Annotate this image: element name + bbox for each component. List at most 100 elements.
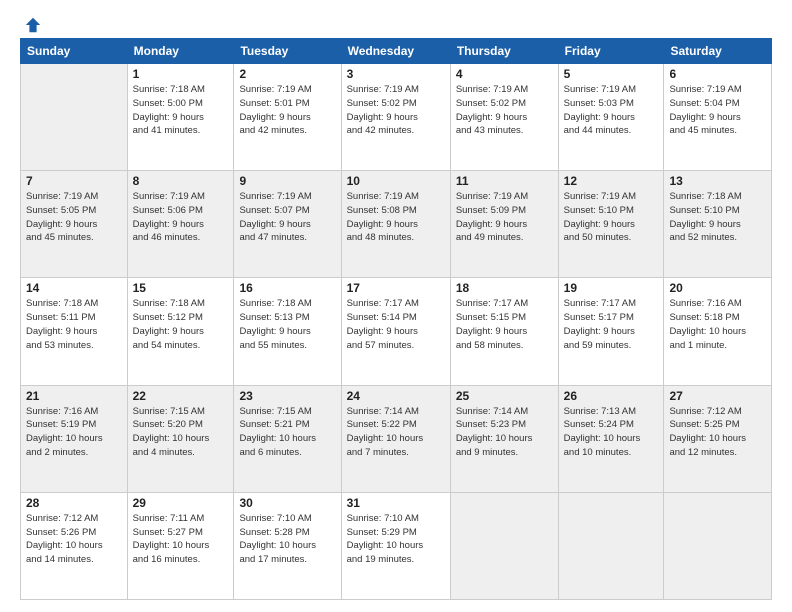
calendar-cell: 2Sunrise: 7:19 AMSunset: 5:01 PMDaylight…	[234, 64, 341, 171]
day-info: Sunrise: 7:19 AMSunset: 5:03 PMDaylight:…	[564, 83, 659, 138]
day-info: Sunrise: 7:14 AMSunset: 5:22 PMDaylight:…	[347, 405, 445, 460]
weekday-header: Thursday	[450, 39, 558, 64]
calendar-cell: 14 Sunrise: 7:18 AMSunset: 5:11 PMDayligh…	[21, 278, 128, 385]
day-number: 11	[456, 174, 553, 188]
day-info: Sunrise: 7:13 AMSunset: 5:24 PMDaylight:…	[564, 405, 659, 460]
calendar-cell: 7 Sunrise: 7:19 AMSunset: 5:05 PMDaylight…	[21, 171, 128, 278]
day-number: 10	[347, 174, 445, 188]
day-info: Sunrise: 7:12 AMSunset: 5:25 PMDaylight:…	[669, 405, 766, 460]
day-info: Sunrise: 7:18 AMSunset: 5:00 PMDaylight:…	[133, 83, 229, 138]
day-number: 19	[564, 281, 659, 295]
day-number: 29	[133, 496, 229, 510]
calendar-cell: 15 Sunrise: 7:18 AMSunset: 5:12 PMDayligh…	[127, 278, 234, 385]
calendar-cell: 10 Sunrise: 7:19 AMSunset: 5:08 PMDayligh…	[341, 171, 450, 278]
day-info: Sunrise: 7:18 AMSunset: 5:10 PMDaylight:…	[669, 190, 766, 245]
day-number: 15	[133, 281, 229, 295]
calendar-cell: 27 Sunrise: 7:12 AMSunset: 5:25 PMDayligh…	[664, 385, 772, 492]
day-number: 3	[347, 67, 445, 81]
day-number: 14	[26, 281, 122, 295]
logo	[20, 16, 42, 30]
day-number: 24	[347, 389, 445, 403]
weekday-header: Wednesday	[341, 39, 450, 64]
calendar: SundayMondayTuesdayWednesdayThursdayFrid…	[20, 38, 772, 600]
day-info: Sunrise: 7:14 AMSunset: 5:23 PMDaylight:…	[456, 405, 553, 460]
calendar-cell: 5 Sunrise: 7:19 AMSunset: 5:03 PMDaylight…	[558, 64, 664, 171]
day-info: Sunrise: 7:17 AMSunset: 5:15 PMDaylight:…	[456, 297, 553, 352]
day-info: Sunrise: 7:17 AMSunset: 5:17 PMDaylight:…	[564, 297, 659, 352]
day-info: Sunrise: 7:12 AMSunset: 5:26 PMDaylight:…	[26, 512, 122, 567]
day-info: Sunrise: 7:19 AMSunset: 5:02 PMDaylight:…	[456, 83, 553, 138]
calendar-cell: 6 Sunrise: 7:19 AMSunset: 5:04 PMDaylight…	[664, 64, 772, 171]
calendar-cell: 31 Sunrise: 7:10 AMSunset: 5:29 PMDayligh…	[341, 492, 450, 599]
calendar-cell	[558, 492, 664, 599]
day-info: Sunrise: 7:10 AMSunset: 5:29 PMDaylight:…	[347, 512, 445, 567]
day-info: Sunrise: 7:11 AMSunset: 5:27 PMDaylight:…	[133, 512, 229, 567]
day-number: 31	[347, 496, 445, 510]
weekday-header: Saturday	[664, 39, 772, 64]
calendar-week-row: 7 Sunrise: 7:19 AMSunset: 5:05 PMDaylight…	[21, 171, 772, 278]
day-info: Sunrise: 7:18 AMSunset: 5:12 PMDaylight:…	[133, 297, 229, 352]
calendar-week-row: 1 Sunrise: 7:18 AMSunset: 5:00 PMDaylight…	[21, 64, 772, 171]
calendar-cell: 13Sunrise: 7:18 AMSunset: 5:10 PMDayligh…	[664, 171, 772, 278]
day-info: Sunrise: 7:10 AMSunset: 5:28 PMDaylight:…	[239, 512, 335, 567]
day-number: 27	[669, 389, 766, 403]
day-info: Sunrise: 7:19 AMSunset: 5:08 PMDaylight:…	[347, 190, 445, 245]
day-number: 25	[456, 389, 553, 403]
calendar-cell: 18 Sunrise: 7:17 AMSunset: 5:15 PMDayligh…	[450, 278, 558, 385]
weekday-header: Sunday	[21, 39, 128, 64]
day-info: Sunrise: 7:15 AMSunset: 5:21 PMDaylight:…	[239, 405, 335, 460]
day-info: Sunrise: 7:19 AMSunset: 5:07 PMDaylight:…	[239, 190, 335, 245]
weekday-header: Monday	[127, 39, 234, 64]
day-number: 5	[564, 67, 659, 81]
calendar-cell: 29 Sunrise: 7:11 AMSunset: 5:27 PMDayligh…	[127, 492, 234, 599]
calendar-cell	[21, 64, 128, 171]
day-number: 6	[669, 67, 766, 81]
calendar-week-row: 14 Sunrise: 7:18 AMSunset: 5:11 PMDayligh…	[21, 278, 772, 385]
calendar-cell: 20 Sunrise: 7:16 AMSunset: 5:18 PMDayligh…	[664, 278, 772, 385]
calendar-cell: 3 Sunrise: 7:19 AMSunset: 5:02 PMDaylight…	[341, 64, 450, 171]
day-info: Sunrise: 7:19 AMSunset: 5:05 PMDaylight:…	[26, 190, 122, 245]
day-number: 9	[239, 174, 335, 188]
weekday-header: Tuesday	[234, 39, 341, 64]
calendar-cell	[450, 492, 558, 599]
day-info: Sunrise: 7:18 AMSunset: 5:13 PMDaylight:…	[239, 297, 335, 352]
day-number: 23	[239, 389, 335, 403]
calendar-cell: 17 Sunrise: 7:17 AMSunset: 5:14 PMDayligh…	[341, 278, 450, 385]
weekday-header: Friday	[558, 39, 664, 64]
day-info: Sunrise: 7:19 AMSunset: 5:10 PMDaylight:…	[564, 190, 659, 245]
day-info: Sunrise: 7:15 AMSunset: 5:20 PMDaylight:…	[133, 405, 229, 460]
day-info: Sunrise: 7:19 AMSunset: 5:06 PMDaylight:…	[133, 190, 229, 245]
day-info: Sunrise: 7:16 AMSunset: 5:18 PMDaylight:…	[669, 297, 766, 352]
day-number: 1	[133, 67, 229, 81]
calendar-cell: 25 Sunrise: 7:14 AMSunset: 5:23 PMDayligh…	[450, 385, 558, 492]
day-info: Sunrise: 7:18 AMSunset: 5:11 PMDaylight:…	[26, 297, 122, 352]
calendar-cell: 30 Sunrise: 7:10 AMSunset: 5:28 PMDayligh…	[234, 492, 341, 599]
page: SundayMondayTuesdayWednesdayThursdayFrid…	[0, 0, 792, 612]
day-number: 17	[347, 281, 445, 295]
calendar-cell: 12Sunrise: 7:19 AMSunset: 5:10 PMDayligh…	[558, 171, 664, 278]
calendar-week-row: 21Sunrise: 7:16 AMSunset: 5:19 PMDayligh…	[21, 385, 772, 492]
day-number: 18	[456, 281, 553, 295]
calendar-cell: 26 Sunrise: 7:13 AMSunset: 5:24 PMDayligh…	[558, 385, 664, 492]
calendar-cell: 21Sunrise: 7:16 AMSunset: 5:19 PMDayligh…	[21, 385, 128, 492]
day-info: Sunrise: 7:19 AMSunset: 5:02 PMDaylight:…	[347, 83, 445, 138]
day-info: Sunrise: 7:19 AMSunset: 5:04 PMDaylight:…	[669, 83, 766, 138]
weekday-header-row: SundayMondayTuesdayWednesdayThursdayFrid…	[21, 39, 772, 64]
day-number: 4	[456, 67, 553, 81]
calendar-cell: 24 Sunrise: 7:14 AMSunset: 5:22 PMDayligh…	[341, 385, 450, 492]
calendar-cell: 4 Sunrise: 7:19 AMSunset: 5:02 PMDaylight…	[450, 64, 558, 171]
calendar-cell: 1 Sunrise: 7:18 AMSunset: 5:00 PMDaylight…	[127, 64, 234, 171]
calendar-week-row: 28 Sunrise: 7:12 AMSunset: 5:26 PMDayligh…	[21, 492, 772, 599]
day-number: 28	[26, 496, 122, 510]
day-info: Sunrise: 7:17 AMSunset: 5:14 PMDaylight:…	[347, 297, 445, 352]
day-number: 7	[26, 174, 122, 188]
calendar-cell: 8Sunrise: 7:19 AMSunset: 5:06 PMDaylight…	[127, 171, 234, 278]
day-number: 30	[239, 496, 335, 510]
calendar-cell: 19 Sunrise: 7:17 AMSunset: 5:17 PMDayligh…	[558, 278, 664, 385]
calendar-cell: 11Sunrise: 7:19 AMSunset: 5:09 PMDayligh…	[450, 171, 558, 278]
day-number: 21	[26, 389, 122, 403]
calendar-cell: 9 Sunrise: 7:19 AMSunset: 5:07 PMDaylight…	[234, 171, 341, 278]
day-number: 26	[564, 389, 659, 403]
day-number: 20	[669, 281, 766, 295]
day-info: Sunrise: 7:19 AMSunset: 5:01 PMDaylight:…	[239, 83, 335, 138]
